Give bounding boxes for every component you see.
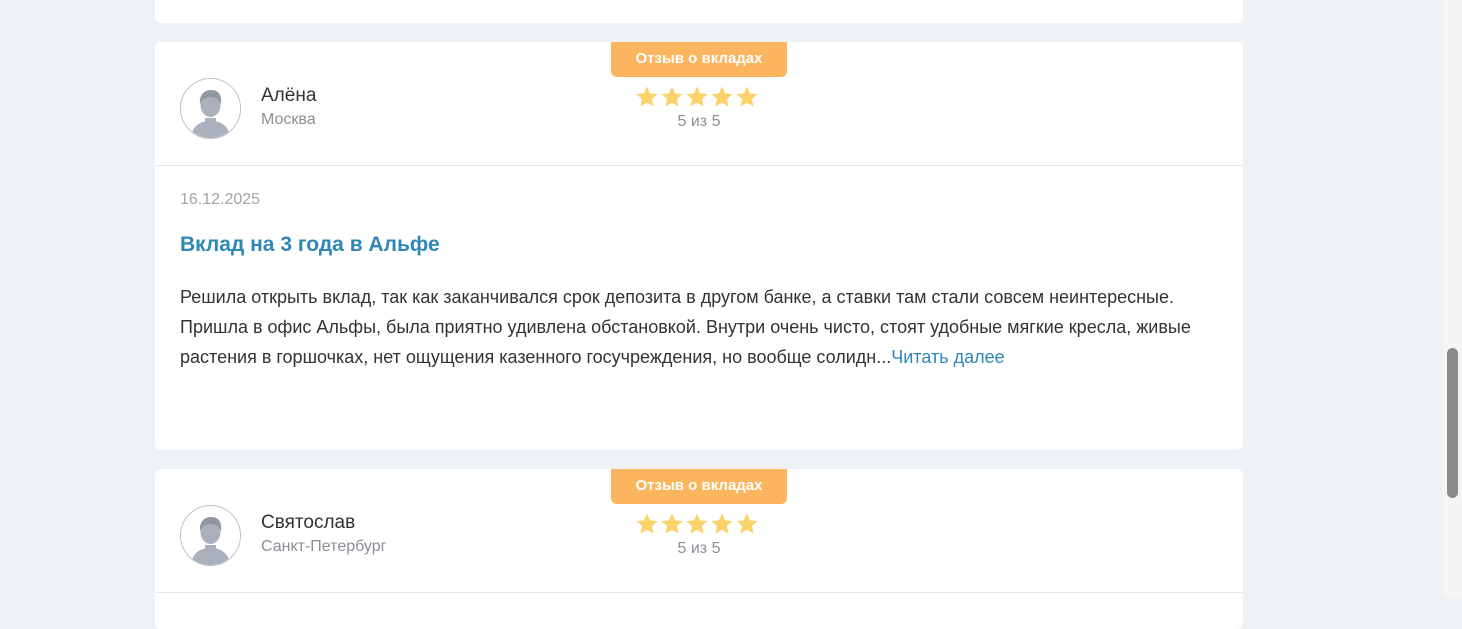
- rating-text: 5 из 5: [677, 113, 721, 130]
- star-icon: [711, 513, 733, 534]
- review-card: Отзыв о вкладах Алёна Москва 5 из 5 16.1…: [155, 42, 1243, 450]
- scrollbar-track[interactable]: [1443, 0, 1462, 597]
- author-name: Алёна: [261, 85, 317, 106]
- star-icon: [636, 86, 658, 107]
- review-date: 16.12.2025: [180, 191, 261, 208]
- author-name: Святослав: [261, 512, 356, 533]
- divider: [155, 165, 1243, 166]
- scrollbar-thumb[interactable]: [1447, 348, 1458, 498]
- rating-text: 5 из 5: [677, 540, 721, 557]
- rating-stars: [635, 85, 759, 109]
- star-icon: [661, 513, 683, 534]
- user-avatar-icon: [180, 78, 241, 139]
- divider: [155, 592, 1243, 593]
- author-city: Санкт-Петербург: [261, 538, 387, 555]
- review-card-previous: [155, 0, 1243, 23]
- star-icon: [686, 86, 708, 107]
- star-icon: [736, 86, 758, 107]
- star-icon: [711, 86, 733, 107]
- star-icon: [661, 86, 683, 107]
- review-text-body: Решила открыть вклад, так как заканчивал…: [180, 287, 1191, 367]
- review-text: Решила открыть вклад, так как заканчивал…: [180, 282, 1200, 372]
- star-icon: [736, 513, 758, 534]
- review-category-badge[interactable]: Отзыв о вкладах: [611, 42, 787, 77]
- author-city: Москва: [261, 111, 316, 128]
- review-category-badge[interactable]: Отзыв о вкладах: [611, 469, 787, 504]
- rating-stars: [635, 512, 759, 536]
- star-icon: [686, 513, 708, 534]
- star-icon: [636, 513, 658, 534]
- user-avatar-icon: [180, 505, 241, 566]
- review-title[interactable]: Вклад на 3 года в Альфе: [180, 233, 440, 257]
- review-card: Отзыв о вкладах Святослав Санкт-Петербур…: [155, 469, 1243, 629]
- read-more-link[interactable]: Читать далее: [891, 347, 1004, 367]
